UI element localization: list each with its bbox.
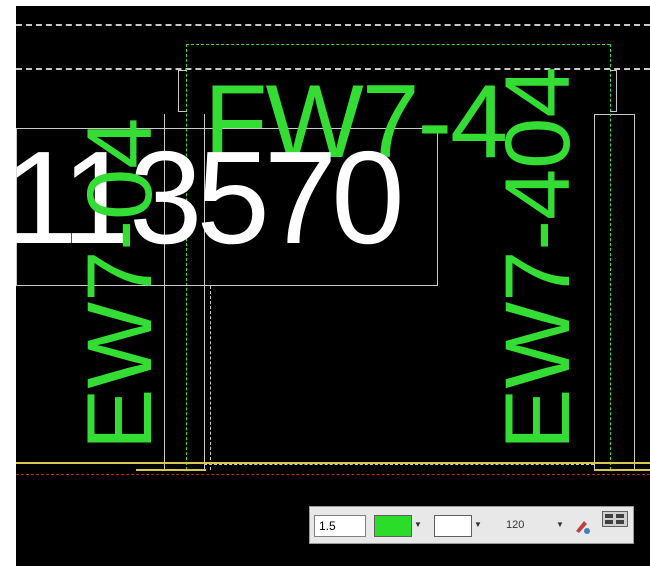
guide-line-top bbox=[16, 24, 650, 26]
bracket-left bbox=[178, 70, 187, 112]
cad-canvas[interactable]: FW7-4 113570 EW7-04 EW7-404 bbox=[16, 6, 650, 566]
green-outline-top bbox=[186, 44, 610, 45]
label-ew7-404: EW7-404 bbox=[487, 66, 589, 451]
column-right-edge bbox=[594, 114, 595, 470]
column-inner-dash bbox=[210, 286, 211, 470]
fill-color-dropdown-icon[interactable]: ▼ bbox=[414, 520, 422, 529]
label-ew7-04: EW7-04 bbox=[69, 117, 171, 450]
yellow-baseline-3 bbox=[594, 469, 650, 471]
grid-icon[interactable] bbox=[602, 511, 628, 527]
right-box-top bbox=[594, 114, 634, 115]
yellow-baseline-2 bbox=[136, 469, 206, 471]
line-width-input[interactable]: 1.5 bbox=[314, 515, 366, 537]
yellow-baseline bbox=[16, 462, 650, 464]
stroke-color-swatch[interactable] bbox=[434, 515, 472, 537]
stroke-color-dropdown-icon[interactable]: ▼ bbox=[474, 520, 482, 529]
property-toolbar: 1.5 ▼ ▼ 120 ▼ bbox=[309, 506, 634, 544]
column-right-edge-2 bbox=[634, 114, 635, 470]
fill-color-swatch[interactable] bbox=[374, 515, 412, 537]
red-centerline bbox=[16, 474, 650, 475]
opacity-value[interactable]: 120 bbox=[506, 519, 524, 531]
bottom-dash-line bbox=[204, 464, 594, 465]
pen-icon[interactable] bbox=[572, 515, 592, 537]
bracket-right bbox=[610, 70, 617, 112]
opacity-dropdown-icon[interactable]: ▼ bbox=[556, 520, 564, 529]
